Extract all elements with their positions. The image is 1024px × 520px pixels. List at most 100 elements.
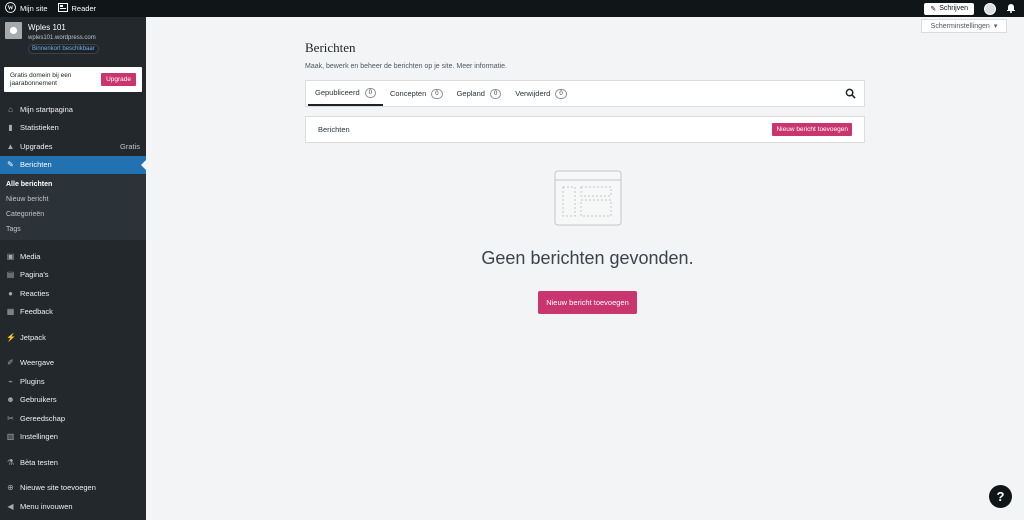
tab-trashed[interactable]: Verwijderd 0 <box>508 81 573 106</box>
plug-icon: ⌁ <box>8 376 13 386</box>
tab-scheduled[interactable]: Gepland 0 <box>450 81 509 106</box>
sidebar-item-sidebar-items-2-label[interactable]: ▲ Upgrades Gratis <box>0 137 146 156</box>
reader-icon <box>57 3 68 14</box>
notifications-bell-icon[interactable] <box>1006 3 1016 15</box>
sidebar-item-sidebar-items2-2-label[interactable]: ● Reacties <box>0 284 146 303</box>
sidebar-item-label: Pagina's <box>20 270 49 280</box>
sidebar-item-label: Reacties <box>20 288 50 298</box>
avatar[interactable] <box>984 2 996 15</box>
write-label: Schrijven <box>939 5 968 12</box>
empty-state: Geen berichten gevonden. Nieuw bericht t… <box>305 170 870 314</box>
sidebar-item-sidebar-items2-0-label[interactable]: ▣ Media <box>0 247 146 266</box>
sidebar-item-label: Media <box>20 251 41 261</box>
upgrade-nudge-text: Gratis domein bij een jaarabonnement <box>10 71 72 87</box>
sidebar-item-extra: Gratis <box>119 141 140 151</box>
sidebar-item-sidebar-items3-1-label[interactable]: ⌁ Plugins <box>0 372 146 391</box>
users-icon: ☻ <box>6 395 15 405</box>
media-icon: ▣ <box>6 251 15 261</box>
site-url: wples101.wordpress.com <box>28 35 96 41</box>
svg-text:W: W <box>7 6 13 12</box>
page-title: Berichten <box>305 40 356 55</box>
sidebar-item-label: Berichten <box>20 160 52 170</box>
comment-icon: ● <box>8 288 13 298</box>
empty-illustration-icon <box>554 170 622 228</box>
tab-count: 0 <box>489 88 502 99</box>
sidebar-subitem[interactable]: Alle berichten <box>0 177 146 192</box>
sidebar-item-sidebar-items2-1-label[interactable]: ▤ Pagina's <box>0 266 146 285</box>
empty-state-title: Geen berichten gevonden. <box>481 248 694 268</box>
empty-add-post-button[interactable]: Nieuw bericht toevoegen <box>538 291 637 314</box>
sidebar-item-sidebar-jetpack[interactable]: ⚡ Jetpack <box>0 328 146 347</box>
my-site-link[interactable]: W Mijn site <box>0 0 53 17</box>
home-icon: ⌂ <box>8 104 13 114</box>
sidebar-submenu: Alle berichten Nieuw bericht Categorieën Ta… <box>0 174 146 240</box>
sidebar-item-sidebar-collapse[interactable]: ◀ Menu invouwen <box>0 497 146 516</box>
settings-icon: ▥ <box>6 432 15 442</box>
brush-icon: ✐ <box>7 358 14 368</box>
sidebar-item-label: Bèta testen <box>20 457 58 467</box>
sidebar-subitem[interactable]: Categorieën <box>0 207 146 222</box>
collapse-icon: ◀ <box>7 501 14 511</box>
wordpress-logo-icon: W <box>5 2 16 15</box>
tab-label: Concepten <box>389 89 427 98</box>
sidebar-subitem[interactable]: Tags <box>0 222 146 237</box>
stats-icon: ▮ <box>8 123 13 133</box>
sidebar-item-label: Upgrades <box>20 141 53 151</box>
sidebar-item-label: Weergave <box>20 358 55 368</box>
sidebar-item-label: Jetpack <box>20 332 46 342</box>
sidebar-item-sidebar-items-1-label[interactable]: ▮ Statistieken <box>0 119 146 138</box>
main-content: Berichten Maak, bewerk en beheer de beri… <box>305 40 865 143</box>
sidebar-item-sidebar-items2-3-label[interactable]: ▦ Feedback <box>0 303 146 322</box>
pin-icon: ✎ <box>7 160 14 170</box>
sidebar-item-sidebar-add_site[interactable]: ⊕ Nieuwe site toevoegen <box>0 479 146 498</box>
upgrade-nudge: Gratis domein bij een jaarabonnement Upg… <box>4 67 142 92</box>
help-icon: ? <box>996 489 1005 504</box>
sidebar-item-label: Plugins <box>20 376 45 386</box>
screen-options-button[interactable]: Scherminstellingen ▾ <box>921 19 1007 33</box>
section-title: Berichten <box>318 125 350 134</box>
upgrade-button[interactable]: Upgrade <box>101 73 136 86</box>
reader-link[interactable]: Reader <box>53 0 102 17</box>
posts-section-header: Berichten Nieuw bericht toevoegen <box>305 116 865 143</box>
sidebar: Wples 101 wples101.wordpress.com Binnenk… <box>0 17 146 520</box>
add-post-button[interactable]: Nieuw bericht toevoegen <box>772 123 852 136</box>
tab-label: Gepubliceerd <box>315 88 360 97</box>
search-icon[interactable] <box>845 81 856 106</box>
write-button[interactable]: ✎ Schrijven <box>924 2 974 15</box>
sidebar-item-label: Nieuwe site toevoegen <box>20 483 96 493</box>
tab-label: Verwijderd <box>515 89 551 98</box>
tab-count: 0 <box>555 88 567 99</box>
sidebar-item-label: Instellingen <box>20 432 58 442</box>
page-subtitle: Maak, bewerk en beheer de berichten op j… <box>305 63 507 70</box>
site-name: Wples 101 <box>28 23 66 32</box>
tab-drafts[interactable]: Concepten 0 <box>383 81 450 106</box>
sidebar-item-sidebar-items3-2-label[interactable]: ☻ Gebruikers <box>0 391 146 410</box>
feather-icon: ✎ <box>930 5 937 13</box>
tab-published[interactable]: Gepubliceerd 0 <box>308 81 383 106</box>
jetpack-icon: ⚡ <box>6 332 16 342</box>
tab-label: Gepland <box>456 89 485 98</box>
sidebar-item-sidebar-items-0-label[interactable]: ⌂ Mijn startpagina <box>0 100 146 119</box>
my-site-label: Mijn site <box>20 4 48 13</box>
sidebar-item-sidebar-items-3-label[interactable]: ✎ Berichten <box>0 155 146 174</box>
sidebar-item-sidebar-beta[interactable]: ⚗ Bèta testen <box>0 453 146 472</box>
site-card[interactable]: Wples 101 wples101.wordpress.com Binnenk… <box>0 17 146 57</box>
sidebar-item-label: Menu invouwen <box>20 501 73 511</box>
help-button[interactable]: ? <box>989 485 1012 508</box>
beta-icon: ⚗ <box>6 457 15 467</box>
tab-count: 0 <box>364 87 376 98</box>
sidebar-item-sidebar-items3-3-label[interactable]: ✂ Gereedschap <box>0 409 146 428</box>
sidebar-item-sidebar-items3-4-label[interactable]: ▥ Instellingen <box>0 428 146 447</box>
site-status-badge: Binnenkort beschikbaar <box>28 44 99 54</box>
sidebar-item-label: Statistieken <box>20 123 59 133</box>
sidebar-subitem[interactable]: Nieuw bericht <box>0 192 146 207</box>
screen-options-label: Scherminstellingen <box>930 22 990 30</box>
sidebar-item-sidebar-items3-0-label[interactable]: ✐ Weergave <box>0 354 146 373</box>
tab-count: 0 <box>431 88 443 99</box>
sidebar-item-label: Gebruikers <box>20 395 57 405</box>
